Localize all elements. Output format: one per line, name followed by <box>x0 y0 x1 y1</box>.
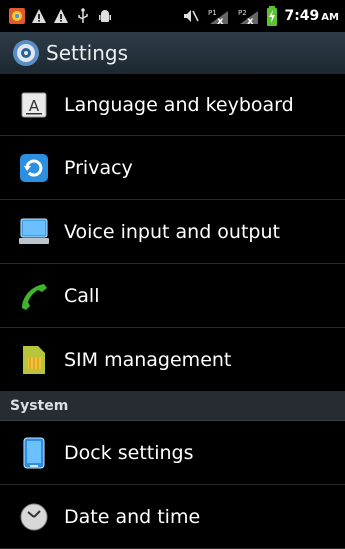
status-bar-right: P1 x P2 x 7:49 AM <box>182 6 345 26</box>
list-item-sim-management[interactable]: SIM management <box>0 328 345 392</box>
usb-icon <box>74 7 92 25</box>
list-item-voice[interactable]: Voice input and output <box>0 200 345 264</box>
list-item-label: SIM management <box>64 348 232 371</box>
status-bar-left <box>0 7 114 25</box>
status-time: 7:49 AM <box>284 8 339 24</box>
list-item-label: Dock settings <box>64 441 194 464</box>
warning-icon <box>30 7 48 25</box>
mute-icon <box>182 7 200 25</box>
svg-text:x: x <box>247 16 254 25</box>
status-time-value: 7:49 <box>284 8 320 24</box>
clock-icon <box>17 500 51 534</box>
list-item-label: Date and time <box>64 505 201 528</box>
language-icon: A <box>17 88 51 122</box>
list-item-label: Privacy <box>64 156 133 179</box>
list-item-language-keyboard[interactable]: A Language and keyboard <box>0 75 345 136</box>
svg-text:x: x <box>217 16 224 25</box>
status-time-ampm: AM <box>321 12 339 23</box>
status-bar: P1 x P2 x 7:49 AM <box>0 0 345 32</box>
sim1-label: P1 <box>208 9 217 17</box>
sim2-label: P2 <box>238 9 247 17</box>
list-item-dock-settings[interactable]: Dock settings <box>0 421 345 485</box>
sim-icon <box>17 343 51 377</box>
svg-text:A: A <box>29 97 40 115</box>
battery-charging-icon <box>266 6 278 26</box>
list-item-label: Language and keyboard <box>64 94 294 116</box>
phone-icon <box>17 279 51 313</box>
list-item-call[interactable]: Call <box>0 264 345 328</box>
list-item-date-time[interactable]: Date and time <box>0 485 345 549</box>
sim1-no-signal-icon: P1 x <box>206 7 230 25</box>
section-header-system: System <box>0 392 345 421</box>
title-bar: Settings <box>0 32 345 75</box>
voice-icon <box>17 215 51 249</box>
list-item-label: Voice input and output <box>64 220 280 243</box>
privacy-icon <box>17 151 51 185</box>
warning-icon <box>52 7 70 25</box>
android-debug-icon <box>96 7 114 25</box>
page-title: Settings <box>46 41 129 65</box>
settings-list: A Language and keyboard Privacy Voice in… <box>0 75 345 549</box>
list-item-privacy[interactable]: Privacy <box>0 136 345 200</box>
sim2-no-signal-icon: P2 x <box>236 7 260 25</box>
photo-icon <box>8 7 26 25</box>
list-item-label: Call <box>64 284 100 307</box>
dock-icon <box>17 436 51 470</box>
settings-icon[interactable] <box>10 37 42 69</box>
